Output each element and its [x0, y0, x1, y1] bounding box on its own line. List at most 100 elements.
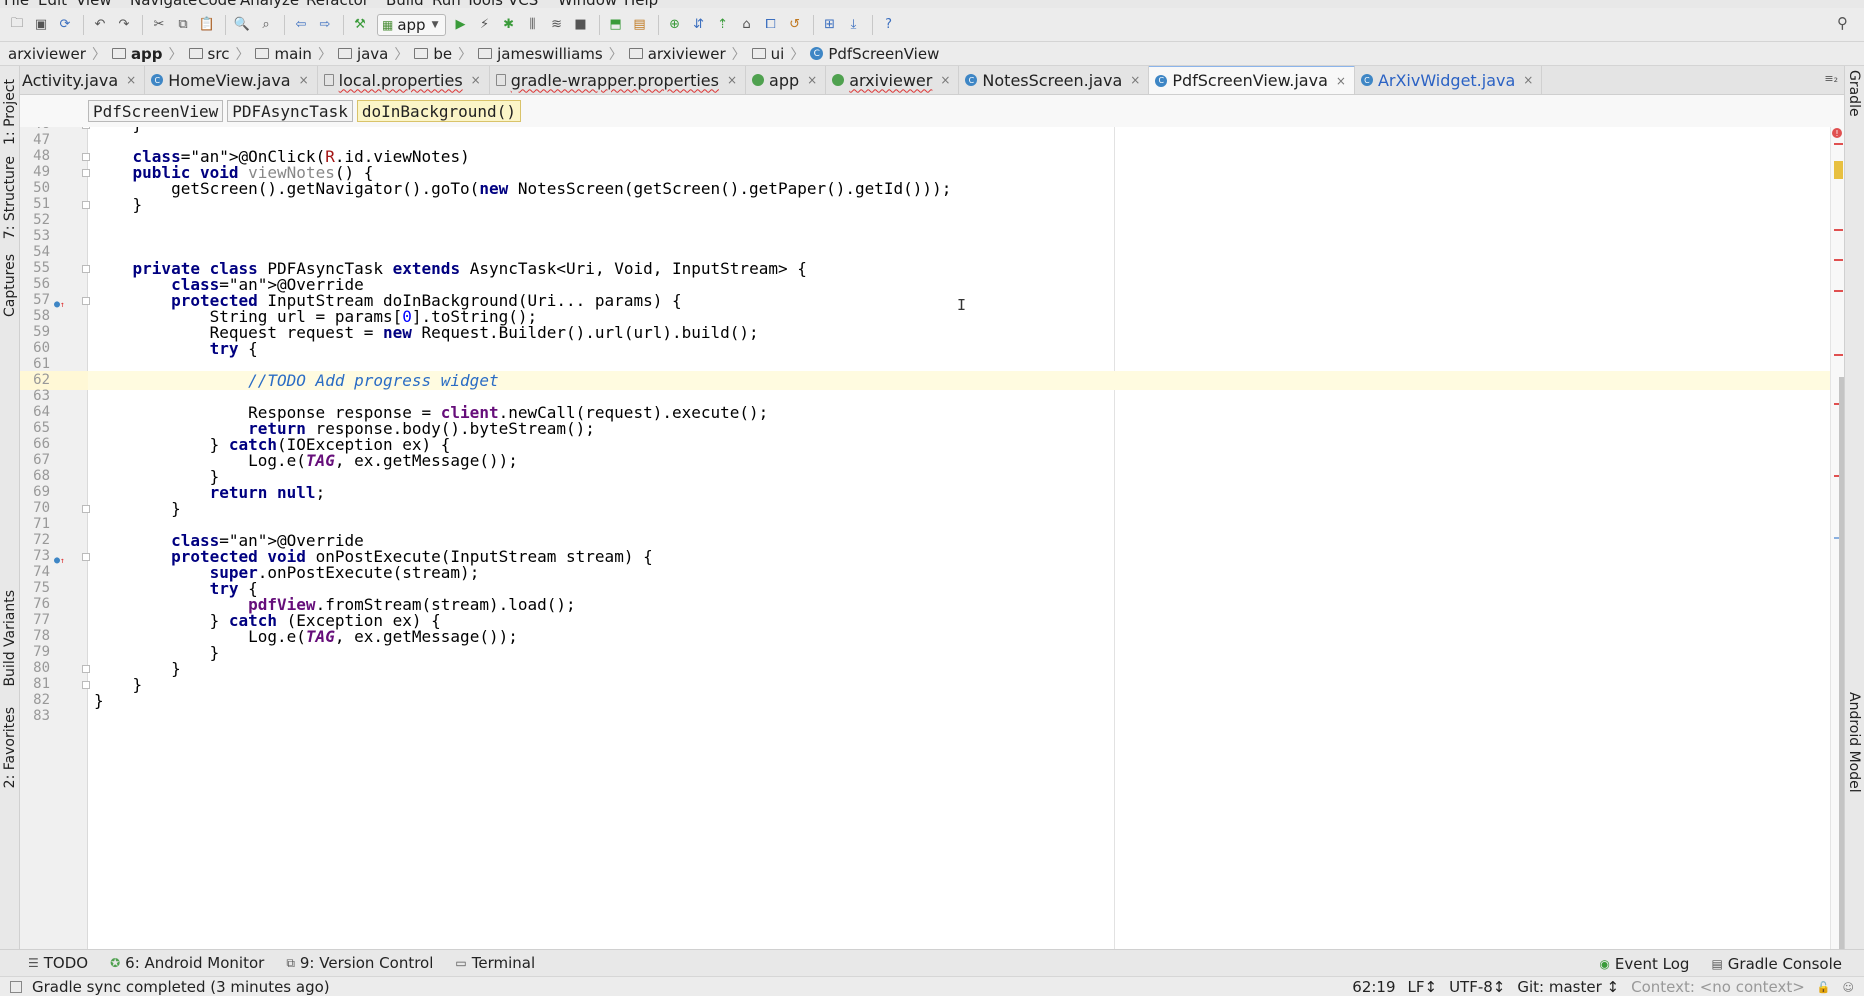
close-icon[interactable]: × [727, 73, 737, 87]
code-line[interactable]: 83 [20, 707, 1824, 726]
error-mark[interactable] [1834, 143, 1843, 145]
tool-todo[interactable]: ☰ TODO [28, 954, 88, 972]
structure-crumb-class[interactable]: PdfScreenView [88, 100, 224, 122]
vcs-push-icon[interactable]: ⇡ [712, 14, 734, 36]
tool-android-model[interactable]: Android Model [1844, 692, 1864, 812]
breadcrumb-item[interactable]: main 〉 [255, 44, 337, 64]
fold-marker-icon[interactable] [82, 297, 90, 305]
code-editor[interactable]: 46 }4748 class="an">@OnClick(R.id.viewNo… [20, 127, 1844, 949]
structure-crumb-method[interactable]: doInBackground() [356, 100, 521, 122]
structure-crumb-inner-class[interactable]: PDFAsyncTask [227, 100, 353, 122]
close-icon[interactable]: × [1336, 74, 1346, 88]
menu-item[interactable]: Code [198, 0, 236, 8]
sdk-download-icon[interactable]: ⤓ [843, 14, 865, 36]
vcs-history-icon[interactable]: ⌂ [736, 14, 758, 36]
warning-mark[interactable] [1834, 161, 1843, 179]
error-mark[interactable] [1834, 354, 1843, 356]
editor-tab[interactable]: C ArXivWidget.java × [1355, 66, 1543, 94]
tool-windows-toggle-icon[interactable] [10, 980, 22, 993]
status-message[interactable]: Gradle sync completed (3 minutes ago) [32, 978, 330, 996]
vcs-commit-icon[interactable]: ⇵ [688, 14, 710, 36]
editor-tab[interactable]: arxiviewer × [826, 66, 960, 94]
debug-icon[interactable]: ✱ [498, 14, 520, 36]
open-folder-icon[interactable]: 🗀 [6, 14, 28, 36]
breadcrumb-item[interactable]: be 〉 [414, 44, 478, 64]
editor-tab[interactable]: C PdfScreenView.java × [1149, 66, 1355, 94]
tool-android-monitor[interactable]: ✪ 6: Android Monitor [110, 954, 264, 972]
menu-item[interactable]: File [4, 0, 29, 8]
breadcrumb-item[interactable]: arxiviewer 〉 [8, 44, 112, 64]
breadcrumb-item[interactable]: jameswilliams 〉 [478, 44, 629, 64]
fold-marker-icon[interactable] [82, 153, 90, 161]
fold-marker-icon[interactable] [82, 681, 90, 689]
menu-item[interactable]: Build [386, 0, 424, 8]
error-mark[interactable] [1834, 290, 1843, 292]
menu-item[interactable]: Edit [38, 0, 67, 8]
find-icon[interactable]: 🔍 [231, 14, 253, 36]
caret-position[interactable]: 62:19 [1352, 978, 1395, 996]
tool-terminal[interactable]: ▭ Terminal [455, 954, 535, 972]
breadcrumb-item[interactable]: app 〉 [111, 44, 189, 64]
close-icon[interactable]: × [471, 73, 481, 87]
error-stripe[interactable] [1830, 127, 1844, 949]
breadcrumb-item[interactable]: C PdfScreenView [810, 45, 939, 63]
vcs-compare-icon[interactable]: ⧠ [760, 14, 782, 36]
menu-item[interactable]: Refactor [306, 0, 369, 8]
breadcrumb-item[interactable]: java 〉 [337, 44, 414, 64]
search-everywhere-icon[interactable]: ⚲ [1837, 14, 1848, 32]
fold-marker-icon[interactable] [82, 127, 90, 129]
editor-tab[interactable]: local.properties × [318, 66, 490, 94]
menu-item[interactable]: View [76, 0, 112, 8]
editor-tab[interactable]: app × [746, 66, 827, 94]
fold-marker-icon[interactable] [82, 505, 90, 513]
tool-gradle[interactable]: Gradle [1844, 70, 1864, 130]
file-encoding[interactable]: UTF-8↕ [1449, 978, 1505, 996]
editor-tab[interactable]: C NotesScreen.java × [959, 66, 1150, 94]
close-icon[interactable]: × [299, 73, 309, 87]
project-structure-icon[interactable]: ⊞ [819, 14, 841, 36]
menu-item[interactable]: VCS [508, 0, 538, 8]
sync-icon[interactable]: ⟳ [54, 14, 76, 36]
sdk-manager-icon[interactable]: ⬒ [605, 14, 627, 36]
profile-icon[interactable]: ≋ [546, 14, 568, 36]
tool-build-variants[interactable]: Build Variants [0, 586, 20, 690]
editor-tab[interactable]: gradle-wrapper.properties × [490, 66, 747, 94]
redo-icon[interactable]: ↷ [113, 14, 135, 36]
tool-project[interactable]: 1: Project [0, 70, 20, 154]
breadcrumb-item[interactable]: ui 〉 [751, 44, 811, 64]
avd-manager-icon[interactable]: ▤ [629, 14, 651, 36]
back-icon[interactable]: ⇦ [290, 14, 312, 36]
fold-marker-icon[interactable] [82, 201, 90, 209]
fold-marker-icon[interactable] [82, 265, 90, 273]
context-selector[interactable]: Context: <no context> [1631, 978, 1805, 996]
inspector-icon[interactable]: ☺ [1843, 981, 1854, 994]
close-icon[interactable]: × [940, 73, 950, 87]
vcs-update-icon[interactable]: ⊕ [664, 14, 686, 36]
close-icon[interactable]: × [807, 73, 817, 87]
attach-debugger-icon[interactable]: ⫼ [522, 14, 544, 36]
paste-icon[interactable]: 📋 [196, 14, 218, 36]
editor-tab[interactable]: C HomeView.java × [145, 66, 318, 94]
menu-item[interactable]: Tools [466, 0, 503, 8]
line-separator[interactable]: LF↕ [1408, 978, 1438, 996]
editor-tab[interactable]: Activity.java × [20, 66, 146, 94]
fold-marker-icon[interactable] [82, 553, 90, 561]
run-icon[interactable]: ▶ [450, 14, 472, 36]
menu-item[interactable]: Navigate [130, 0, 197, 8]
breadcrumb-item[interactable]: arxiviewer 〉 [628, 44, 752, 64]
breadcrumb-item[interactable]: src 〉 [188, 44, 256, 64]
close-icon[interactable]: × [1130, 73, 1140, 87]
apply-changes-icon[interactable]: ⚡ [474, 14, 496, 36]
menu-item[interactable]: Help [624, 0, 658, 8]
tool-captures[interactable]: Captures [0, 246, 20, 324]
replace-icon[interactable]: ⌕ [255, 14, 277, 36]
error-indicator-icon[interactable]: ! [1832, 128, 1842, 138]
error-mark[interactable] [1834, 259, 1843, 261]
git-branch[interactable]: Git: master ↕ [1517, 978, 1619, 996]
lock-icon[interactable]: 🔓 [1817, 981, 1831, 994]
tool-gradle-console[interactable]: ▤ Gradle Console [1711, 955, 1842, 973]
close-icon[interactable]: × [126, 73, 136, 87]
tool-event-log[interactable]: ◉ Event Log [1599, 955, 1689, 973]
fold-marker-icon[interactable] [82, 665, 90, 673]
fold-marker-icon[interactable] [82, 169, 90, 177]
